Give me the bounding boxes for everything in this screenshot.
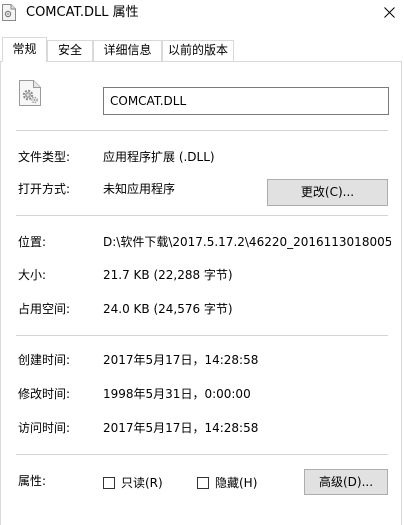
attributes-label: 属性: xyxy=(18,474,47,488)
separator xyxy=(16,335,388,336)
window-title: COMCAT.DLL 属性 xyxy=(26,5,139,20)
title-bar: COMCAT.DLL 属性 xyxy=(0,0,404,30)
tab-security[interactable]: 安全 xyxy=(47,40,93,61)
properties-dialog: COMCAT.DLL 属性 常规 安全 详细信息 以前的版本 COMCAT.DL… xyxy=(0,0,404,525)
created-value: 2017年5月17日，14:28:58 xyxy=(103,353,259,367)
size-on-disk-value: 24.0 KB (24,576 字节) xyxy=(103,302,233,316)
dll-gear-file-icon xyxy=(19,80,41,106)
hidden-label[interactable]: 隐藏(H) xyxy=(215,476,257,491)
size-label: 大小: xyxy=(18,268,47,282)
tab-general[interactable]: 常规 xyxy=(2,37,47,62)
file-type-value: 应用程序扩展 (.DLL) xyxy=(103,150,215,164)
size-on-disk-label: 占用空间: xyxy=(18,302,71,316)
tab-previous-versions[interactable]: 以前的版本 xyxy=(162,40,234,61)
readonly-checkbox[interactable]: 只读(R) xyxy=(103,475,163,491)
opens-with-value: 未知应用程序 xyxy=(103,182,176,196)
size-value: 21.7 KB (22,288 字节) xyxy=(103,268,233,282)
tab-details[interactable]: 详细信息 xyxy=(93,40,162,61)
modified-label: 修改时间: xyxy=(18,387,71,401)
accessed-label: 访问时间: xyxy=(18,421,71,435)
advanced-button[interactable]: 高级(D)... xyxy=(304,469,388,495)
opens-with-label: 打开方式: xyxy=(18,182,71,196)
readonly-checkbox-box[interactable] xyxy=(103,477,115,489)
file-type-label: 文件类型: xyxy=(18,150,71,164)
accessed-value: 2017年5月17日，14:28:58 xyxy=(103,421,259,435)
readonly-label[interactable]: 只读(R) xyxy=(121,476,163,491)
created-label: 创建时间: xyxy=(18,353,71,367)
file-name-input[interactable] xyxy=(103,87,389,115)
tab-bar: 常规 安全 详细信息 以前的版本 xyxy=(0,37,404,62)
dll-file-icon xyxy=(2,4,16,21)
location-value: D:\软件下载\2017.5.17.2\46220_20161130180058… xyxy=(103,235,391,249)
modified-value: 1998年5月31日，0:00:00 xyxy=(103,387,251,401)
separator xyxy=(16,454,388,455)
close-icon xyxy=(383,7,395,21)
close-button[interactable] xyxy=(374,0,404,28)
hidden-checkbox-box[interactable] xyxy=(197,477,209,489)
hidden-checkbox[interactable]: 隐藏(H) xyxy=(197,475,257,491)
separator xyxy=(16,130,388,131)
separator xyxy=(16,215,388,216)
location-label: 位置: xyxy=(18,235,47,249)
change-button[interactable]: 更改(C)... xyxy=(267,179,388,206)
